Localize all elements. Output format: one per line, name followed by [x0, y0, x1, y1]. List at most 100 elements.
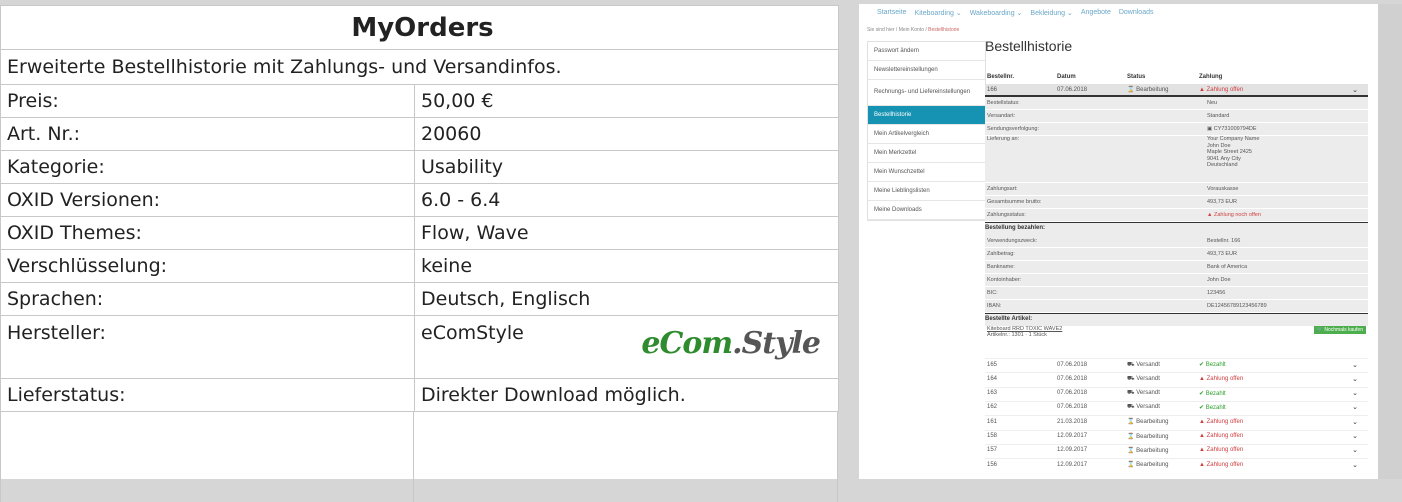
page-title: Bestellhistorie	[985, 38, 1073, 54]
order-status: ⌛ Bearbeitung	[1127, 87, 1169, 93]
nav-link[interactable]: Angebote	[1081, 9, 1111, 17]
order-row[interactable]: 165 07.06.2018 ⛟ Versandt ✔ Bezahlt ⌄	[985, 358, 1368, 370]
delivery-label: Lieferstatus:	[0, 378, 415, 412]
sidebar-item[interactable]: Meine Downloads	[868, 201, 985, 220]
chevron-down-icon[interactable]: ⌄	[1352, 418, 1358, 426]
detail-label: Versandart:	[987, 113, 1016, 119]
order-number: 165	[987, 361, 998, 368]
detail-label: Verwendungszweck:	[987, 238, 1038, 244]
order-number: 161	[987, 418, 998, 425]
sidebar-item[interactable]: Mein Wunschzettel	[868, 163, 985, 182]
sidebar-item[interactable]: Bestellhistorie	[868, 106, 985, 125]
order-row[interactable]: 163 07.06.2018 ⛟ Versandt ✔ Bezahlt ⌄	[985, 386, 1368, 399]
buy-again-button[interactable]: 🛒 Nochmals kaufen	[1313, 326, 1366, 334]
order-payment: ✔ Bezahlt	[1199, 390, 1226, 397]
order-date: 07.06.2018	[1057, 404, 1088, 411]
column-header: Zahlung	[1199, 74, 1223, 80]
detail-label: Sendungsverfolgung:	[987, 126, 1039, 132]
detail-row: Kontoinhaber: John Doe	[985, 274, 1368, 287]
account-sidebar: Passwort ändern Newslettereinstellungen Re…	[867, 41, 986, 221]
spec-value: 20060	[413, 117, 840, 151]
column-header: Datum	[1057, 74, 1076, 80]
chevron-down-icon[interactable]: ⌄	[1352, 403, 1358, 411]
product-info-table: MyOrders Erweiterte Bestellhistorie mit …	[0, 5, 840, 412]
order-payment: ▲ Zahlung offen	[1199, 433, 1244, 439]
detail-row: BIC: 123456	[985, 287, 1368, 300]
order-row[interactable]: 164 07.06.2018 ⛟ Versandt ▲ Zahlung offen ⌄	[985, 372, 1368, 384]
chevron-down-icon[interactable]: ⌄	[1352, 389, 1358, 397]
order-status: ⌛ Bearbeitung	[1127, 447, 1169, 454]
detail-row: Gesamtsumme brutto: 493,73 EUR	[985, 196, 1368, 209]
address-line: Deutschland	[1207, 162, 1238, 168]
order-status: ⛟ Versandt	[1127, 404, 1160, 411]
spec-label: Art. Nr.:	[0, 117, 415, 151]
order-status: ⌛ Bearbeitung	[1127, 419, 1169, 426]
scrollbar[interactable]	[1378, 4, 1402, 479]
detail-row: Versandart: Standard	[985, 110, 1368, 123]
order-date: 07.06.2018	[1057, 390, 1088, 397]
order-number: 157	[987, 447, 998, 454]
sidebar-item[interactable]: Meine Lieblingslisten	[868, 182, 985, 201]
chevron-down-icon[interactable]: ⌄	[1352, 86, 1358, 94]
detail-row: Bankname: Bank of America	[985, 261, 1368, 274]
vendor-value: eComStyle	[421, 322, 524, 344]
nav-link[interactable]: Bekleidung ⌄	[1030, 9, 1072, 17]
order-number: 163	[987, 390, 998, 397]
chevron-down-icon[interactable]: ⌄	[1352, 432, 1358, 440]
order-row[interactable]: 162 07.06.2018 ⛟ Versandt ✔ Bezahlt ⌄	[985, 400, 1368, 413]
order-payment: ▲ Zahlung offen	[1199, 86, 1244, 93]
chevron-down-icon[interactable]: ⌄	[1352, 461, 1358, 469]
ordered-item: Kiteboard RRD TOXIC WAVE2 Artikelnr.: 130…	[985, 326, 1368, 346]
detail-label: Bankname:	[987, 264, 1015, 270]
order-date: 21.03.2018	[1057, 418, 1088, 425]
order-row[interactable]: 161 21.03.2018 ⌛ Bearbeitung ▲ Zahlung offe…	[985, 415, 1368, 427]
product-info-panel: MyOrders Erweiterte Bestellhistorie mit …	[0, 5, 840, 502]
detail-label: Zahlungsstatus:	[987, 212, 1026, 218]
order-status: ⌛ Bearbeitung	[1127, 433, 1169, 440]
detail-value: John Doe	[1207, 277, 1231, 283]
breadcrumb-parent-link[interactable]: Mein Konto	[899, 27, 924, 33]
detail-label: IBAN:	[987, 303, 1002, 309]
sidebar-item[interactable]: Rechnungs- und Liefereinstellungen	[868, 80, 985, 106]
detail-value: Bestellnr. 166	[1207, 238, 1241, 244]
order-payment: ▲ Zahlung offen	[1199, 447, 1244, 454]
column-header: Bestellnr.	[987, 74, 1015, 80]
order-status: ⛟ Versandt	[1127, 361, 1160, 368]
detail-label: Zahlbetrag:	[987, 251, 1015, 257]
item-meta: Artikelnr.: 1301 · 1 Stück	[987, 332, 1047, 338]
section-heading: Bestellte Artikel:	[985, 313, 1368, 326]
chevron-down-icon[interactable]: ⌄	[1352, 446, 1358, 454]
column-header: Status	[1127, 74, 1146, 80]
nav-link[interactable]: Kiteboarding ⌄	[915, 9, 962, 17]
nav-link[interactable]: Wakeboarding ⌄	[970, 9, 1023, 17]
order-status: ⛟ Versandt	[1127, 375, 1160, 382]
detail-value: Vorauskasse	[1207, 186, 1239, 192]
sidebar-item[interactable]: Passwort ändern	[868, 42, 985, 61]
chevron-down-icon[interactable]: ⌄	[1352, 361, 1358, 369]
order-payment: ✔ Bezahlt	[1199, 404, 1226, 411]
spec-label: OXID Versionen:	[0, 183, 415, 217]
chevron-down-icon[interactable]: ⌄	[1352, 375, 1358, 383]
product-description: Erweiterte Bestellhistorie mit Zahlungs-…	[0, 49, 840, 85]
spec-value: keine	[413, 249, 840, 283]
detail-label: Gesamtsumme brutto:	[987, 199, 1042, 205]
delivery-value: Direkter Download möglich.	[413, 378, 840, 412]
sidebar-item[interactable]: Mein Merkzettel	[868, 144, 985, 163]
order-row[interactable]: 166 07.06.2018 ⌛ Bearbeitung ▲ Zahlung offe…	[985, 84, 1368, 97]
nav-link[interactable]: Downloads	[1119, 9, 1154, 17]
order-table-header: Bestellnr. Datum Status Zahlung	[985, 74, 1368, 80]
sidebar-item[interactable]: Mein Artikelvergleich	[868, 125, 985, 144]
product-title: MyOrders	[0, 5, 840, 50]
order-date: 12.09.2017	[1057, 447, 1088, 454]
breadcrumb-current: Bestellhistorie	[928, 27, 960, 33]
order-row[interactable]: 156 12.09.2017 ⌛ Bearbeitung ▲ Zahlung offe…	[985, 458, 1368, 470]
sidebar-item[interactable]: Newslettereinstellungen	[868, 61, 985, 80]
spec-label: OXID Themes:	[0, 216, 415, 250]
nav-link[interactable]: Startseite	[877, 9, 907, 17]
detail-value: Standard	[1207, 113, 1230, 119]
order-number: 158	[987, 433, 998, 439]
detail-value: Bank of America	[1207, 264, 1248, 270]
order-row[interactable]: 157 12.09.2017 ⌛ Bearbeitung ▲ Zahlung offe…	[985, 443, 1368, 456]
order-row[interactable]: 158 12.09.2017 ⌛ Bearbeitung ▲ Zahlung offe…	[985, 429, 1368, 442]
shop-screenshot: Startseite Kiteboarding ⌄ Wakeboarding ⌄ Be…	[859, 4, 1378, 479]
